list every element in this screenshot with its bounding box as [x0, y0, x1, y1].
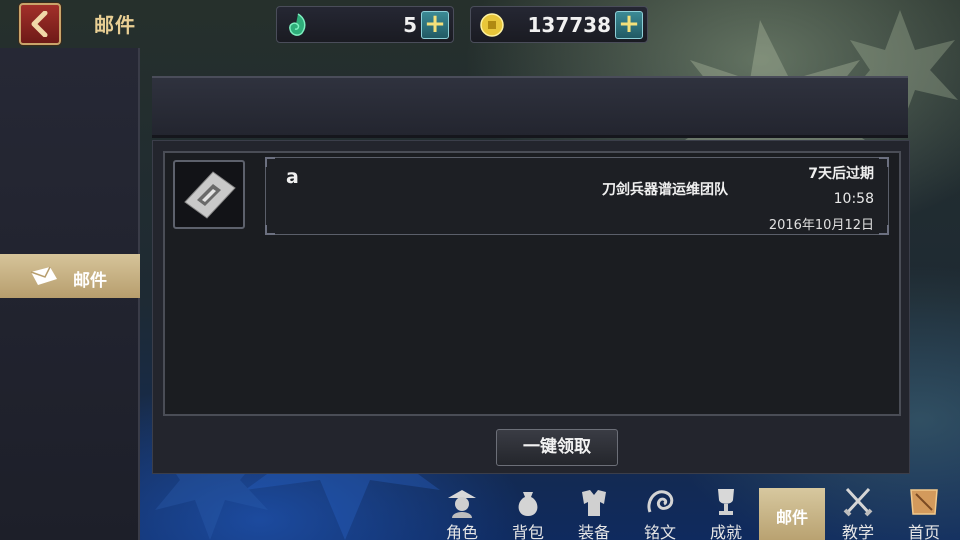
nav-label: 装备: [577, 523, 610, 540]
panel-header-plate: [152, 76, 908, 138]
crossed-swords-icon: [843, 487, 873, 517]
nav-item-tutorial[interactable]: 教学: [825, 486, 891, 540]
nav-item-character[interactable]: 角色: [429, 486, 495, 540]
mail-sender: 刀剑兵器谱运维团队: [602, 182, 728, 198]
back-button[interactable]: [19, 3, 61, 45]
sidebar: 邮件: [0, 48, 140, 540]
trophy-icon: [718, 489, 734, 515]
mail-screen: 邮件 5 + 137738 + 邮件 a 刀剑兵器谱运维团队 7天后过期 10:…: [0, 0, 960, 540]
nav-item-bag[interactable]: 背包: [495, 486, 561, 540]
gold-amount: 137738: [527, 13, 612, 37]
mail-subject: a: [286, 166, 299, 188]
inscription-icon: [647, 490, 674, 513]
frame-corner: [879, 157, 889, 167]
mail-date: 2016年10月12日: [768, 218, 874, 233]
bag-icon: [518, 492, 538, 516]
nav-label: 邮件: [775, 508, 808, 527]
document-icon: [184, 171, 236, 219]
frame-corner: [265, 225, 275, 235]
jade-icon: [289, 13, 306, 36]
home-icon: [910, 489, 938, 515]
gold-currency-display: 137738 +: [470, 6, 648, 43]
claim-all-button[interactable]: 一键领取: [496, 429, 618, 466]
nav-item-mail[interactable]: 邮件: [759, 488, 825, 540]
nav-item-inscription[interactable]: 铭文: [627, 486, 693, 540]
mail-panel: a 刀剑兵器谱运维团队 7天后过期 10:58 2016年10月12日 一键领取: [152, 140, 910, 474]
nav-label: 铭文: [643, 523, 676, 540]
mail-expiry: 7天后过期: [808, 166, 874, 182]
page-title: 邮件: [94, 13, 136, 37]
mail-attachment-thumbnail[interactable]: [173, 160, 245, 229]
add-jade-button[interactable]: +: [421, 11, 449, 39]
nav-label: 首页: [907, 523, 940, 540]
jade-currency-display: 5 +: [276, 6, 454, 43]
sidebar-item-label: 邮件: [73, 271, 107, 291]
gold-coin-icon: [480, 13, 504, 37]
nav-item-achievement[interactable]: 成就: [693, 486, 759, 540]
add-gold-button[interactable]: +: [615, 11, 643, 39]
nav-item-equipment[interactable]: 装备: [561, 486, 627, 540]
nav-label: 角色: [445, 523, 478, 540]
nav-label: 成就: [709, 523, 742, 540]
bottom-nav: 角色 背包 装备 铭文 成就 邮件 教学 首页: [0, 478, 960, 540]
mail-item[interactable]: a 刀剑兵器谱运维团队 7天后过期 10:58 2016年10月12日: [265, 157, 889, 235]
nav-item-home[interactable]: 首页: [891, 486, 957, 540]
frame-corner: [879, 225, 889, 235]
jade-amount: 5: [403, 13, 417, 37]
top-bar: 邮件 5 + 137738 +: [0, 0, 960, 48]
armor-icon: [582, 490, 606, 516]
sidebar-item-mail[interactable]: 邮件: [0, 254, 140, 298]
mail-list: a 刀剑兵器谱运维团队 7天后过期 10:58 2016年10月12日: [163, 151, 901, 416]
nav-label: 背包: [511, 523, 544, 540]
frame-corner: [265, 157, 275, 167]
mail-time: 10:58: [833, 191, 874, 207]
character-icon: [448, 490, 476, 518]
chevron-left-icon: [31, 11, 48, 37]
nav-label: 教学: [841, 523, 874, 540]
envelope-icon: [30, 266, 57, 285]
